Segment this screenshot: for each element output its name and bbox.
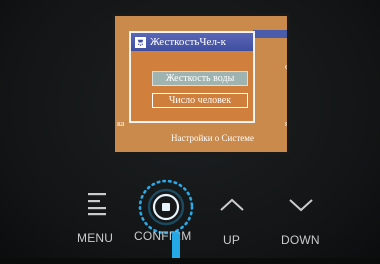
background-text-fragment: я [285, 119, 289, 128]
confirm-button-label[interactable]: CONFIRM [134, 229, 191, 243]
chevron-up-icon[interactable] [217, 196, 247, 214]
lcd-screen: ей я ка Настройки о Системе ЖесткостьЧел… [112, 13, 290, 155]
background-text-fragment: ка [117, 119, 125, 128]
option-number-of-people[interactable]: Число человек [152, 93, 248, 108]
background-menu-text: Настройки о Системе [171, 133, 254, 143]
menu-icon[interactable] [85, 190, 111, 216]
device-panel: ей я ка Настройки о Системе ЖесткостьЧел… [0, 0, 380, 264]
dialog-title-bar: ЖесткостьЧел-к [131, 33, 253, 51]
down-button-label[interactable]: DOWN [281, 233, 320, 247]
dialog-title: ЖесткостьЧел-к [150, 36, 226, 48]
background-title-bar [253, 30, 287, 38]
menu-button-label[interactable]: MENU [77, 231, 113, 245]
option-water-hardness[interactable]: Жесткость воды [152, 71, 248, 86]
chevron-down-icon[interactable] [286, 196, 316, 214]
shower-icon [135, 36, 146, 48]
panel-bottom-edge [0, 258, 380, 264]
up-button-label[interactable]: UP [223, 233, 240, 247]
submenu-dialog: ЖесткостьЧел-к Жесткость воды Число чело… [129, 31, 255, 123]
background-text-fragment: ей [285, 62, 289, 71]
